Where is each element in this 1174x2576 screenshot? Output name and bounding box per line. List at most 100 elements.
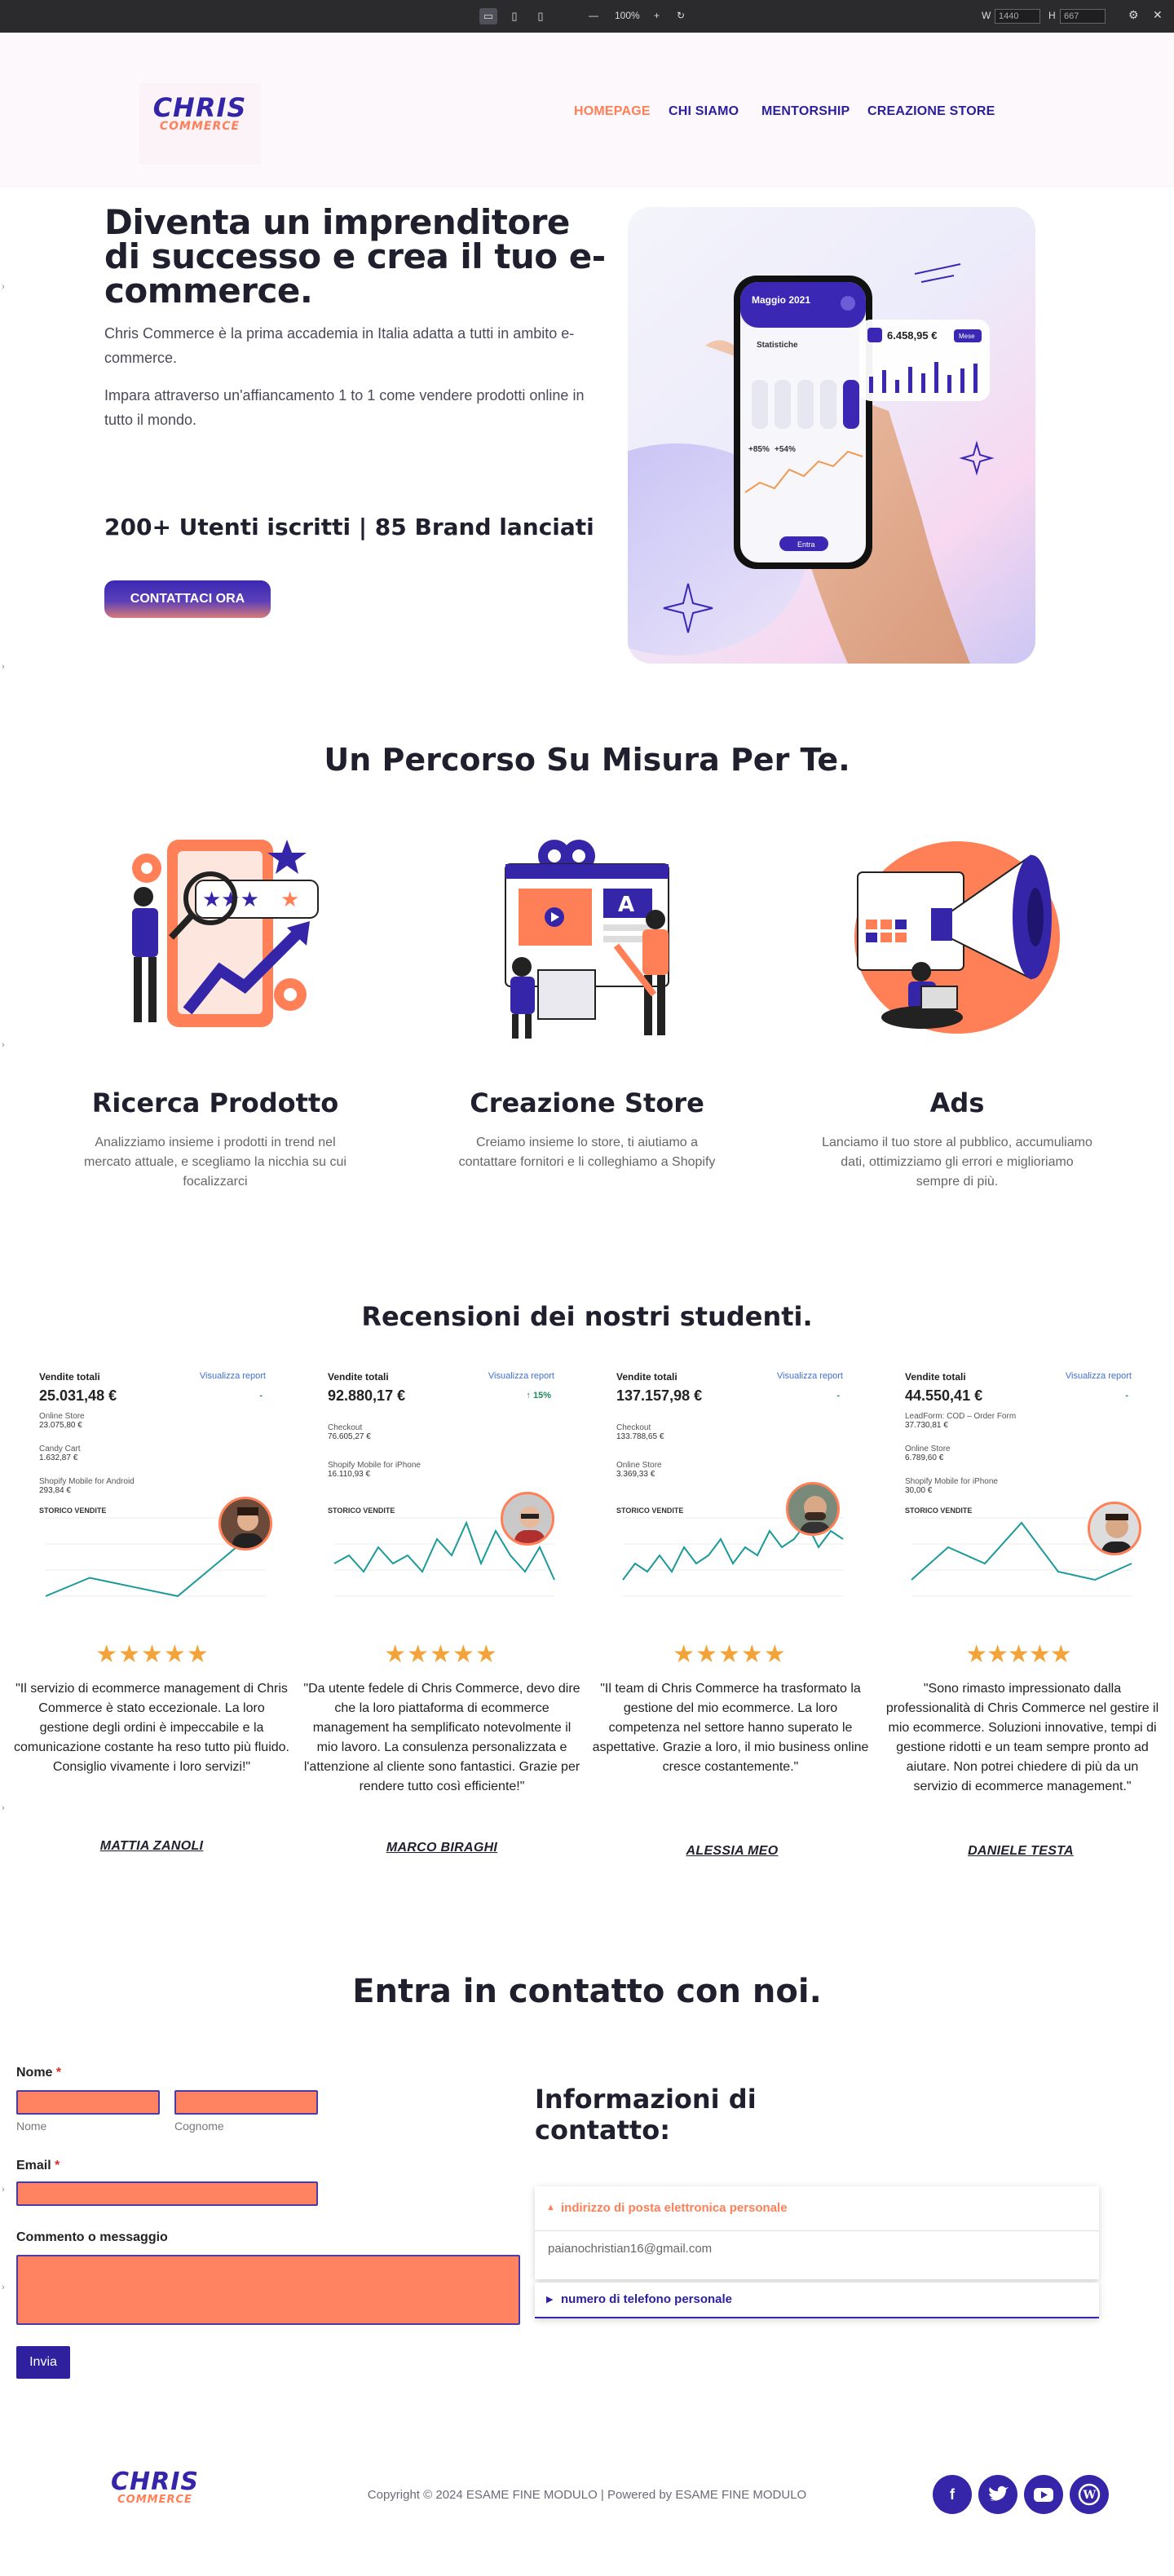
nav-chi-siamo[interactable]: CHI SIAMO	[669, 104, 739, 119]
accordion-phone-toggle[interactable]: numero di telefono personale	[561, 2292, 732, 2306]
edge-chevron-icon[interactable]: ›	[2, 2283, 5, 2292]
submit-button[interactable]: Invia	[16, 2346, 70, 2379]
growth-badge: ↑ 15%	[526, 1391, 551, 1400]
review-sales-card: Vendite totali Visualizza report 44.550,…	[892, 1361, 1145, 1626]
store-creation-illustration: A	[473, 823, 701, 1043]
email-input[interactable]	[16, 2181, 318, 2206]
width-label: W	[982, 10, 991, 21]
sales-history-label: STORICO VENDITE	[328, 1506, 395, 1515]
desktop-view-icon[interactable]: ▭	[479, 8, 497, 24]
first-name-input[interactable]	[16, 2090, 160, 2115]
channel-row: Checkout 133.788,65 €	[616, 1423, 664, 1441]
rating-stars: ★★★★★	[384, 1641, 498, 1668]
facebook-icon[interactable]: f	[933, 2475, 972, 2514]
report-link[interactable]: Visualizza report	[1066, 1371, 1132, 1381]
review-quote: "Il servizio di ecommerce management di …	[14, 1682, 289, 1774]
edge-chevron-icon[interactable]: ›	[2, 282, 5, 292]
card-title: Vendite totali	[616, 1371, 677, 1383]
service-desc-ricerca: Analizziamo insieme i prodotti in trend …	[84, 1136, 346, 1189]
rating-stars: ★★★★★	[965, 1641, 1071, 1668]
edge-chevron-icon[interactable]: ›	[2, 1803, 5, 1813]
channel-row: Checkout 76.605,27 €	[328, 1423, 371, 1441]
total-sales: 137.157,98 €	[616, 1387, 703, 1404]
reviewer-name: ALESSIA MEO	[686, 1844, 779, 1858]
svg-text:★: ★	[280, 888, 299, 912]
contact-info-title: Informazioni di contatto:	[535, 2084, 757, 2146]
hero-phone-image: Maggio 2021 Statistiche +85% +54% Entra …	[628, 207, 1035, 664]
edge-chevron-icon[interactable]: ›	[2, 2185, 5, 2194]
message-label: Commento o messaggio	[16, 2230, 168, 2244]
sales-history-label: STORICO VENDITE	[39, 1506, 107, 1515]
height-label: H	[1048, 10, 1056, 21]
phone-screen-title: Statistiche	[757, 341, 798, 350]
growth-badge: -	[836, 1391, 840, 1400]
email-label: Email *	[16, 2159, 60, 2172]
youtube-icon[interactable]	[1024, 2475, 1063, 2514]
channel-row: Online Store 3.369,33 €	[616, 1461, 662, 1479]
close-icon[interactable]: ✕	[1153, 8, 1163, 22]
card-title: Vendite totali	[905, 1371, 966, 1383]
rating-stars: ★★★★★	[673, 1641, 787, 1668]
review-quote: "Sono rimasto impressionato dalla profes…	[885, 1682, 1159, 1793]
nav-creazione-store[interactable]: CREAZIONE STORE	[867, 104, 995, 119]
reviewer-avatar	[501, 1492, 554, 1546]
contact-title: Entra in contatto con noi.	[352, 1973, 822, 2010]
service-title-creazione: Creazione Store	[470, 1087, 704, 1118]
total-sales: 25.031,48 €	[39, 1387, 117, 1404]
last-name-input[interactable]	[174, 2090, 318, 2115]
caret-right-icon: ▶	[546, 2295, 554, 2305]
report-link[interactable]: Visualizza report	[488, 1371, 554, 1381]
nav-homepage[interactable]: HOMEPAGE	[574, 104, 651, 119]
twitter-icon[interactable]	[978, 2475, 1017, 2514]
site-logo[interactable]: CHRIS COMMERCE	[139, 83, 261, 165]
service-title-ads: Ads	[929, 1087, 985, 1118]
phone-mini-button: Mese	[959, 333, 975, 340]
channel-row: Shopify Mobile for iPhone 16.110,93 €	[328, 1461, 421, 1479]
review-quote: "Il team di Chris Commerce ha trasformat…	[592, 1682, 869, 1774]
review-sales-card: Vendite totali Visualizza report 25.031,…	[26, 1361, 279, 1626]
message-textarea[interactable]	[16, 2255, 520, 2325]
name-label: Nome *	[16, 2066, 62, 2080]
reviews-title: Recensioni dei nostri studenti.	[361, 1301, 813, 1332]
service-desc-ads: Lanciamo il tuo store al pubblico, accum…	[822, 1136, 1092, 1189]
hero-description: Impara attraverso un'affiancamento 1 to …	[104, 387, 585, 428]
svg-text:W: W	[1083, 2489, 1097, 2502]
accordion-email: ▲ indirizzo di posta elettronica persona…	[535, 2186, 1099, 2279]
contact-email-value: paianochristian16@gmail.com	[548, 2242, 713, 2256]
report-link[interactable]: Visualizza report	[200, 1371, 266, 1381]
phone-pct-two: +54%	[775, 445, 796, 454]
browser-toolbar: ▭ ▯ ▯ — 100% + ↻ W 1440 H 667 ⚙ ✕	[0, 0, 1174, 33]
zoom-out-button[interactable]: —	[589, 10, 598, 21]
reviewer-name: MARCO BIRAGHI	[386, 1841, 498, 1855]
site-header: CHRIS COMMERCE HOMEPAGE CHI SIAMO MENTOR…	[0, 33, 1174, 187]
channel-row: Online Store 23.075,80 €	[39, 1412, 85, 1430]
edge-chevron-icon[interactable]: ›	[2, 1040, 5, 1050]
contact-cta-button[interactable]: CONTATTACI ORA	[104, 580, 271, 618]
reset-zoom-icon[interactable]: ↻	[677, 10, 685, 21]
caret-up-icon: ▲	[546, 2203, 555, 2212]
reviewer-name: DANIELE TESTA	[968, 1844, 1074, 1858]
width-input[interactable]: 1440	[995, 9, 1040, 24]
tablet-view-icon[interactable]: ▯	[505, 8, 523, 24]
phone-month-label: Maggio 2021	[752, 294, 810, 306]
first-name-sublabel: Nome	[16, 2119, 47, 2133]
mobile-view-icon[interactable]: ▯	[532, 8, 549, 24]
channel-row: Shopify Mobile for Android 293,84 €	[39, 1477, 135, 1495]
accordion-email-toggle[interactable]: indirizzo di posta elettronica personale	[561, 2201, 788, 2215]
settings-gear-icon[interactable]: ⚙	[1128, 8, 1139, 22]
sales-history-label: STORICO VENDITE	[905, 1506, 973, 1515]
height-input[interactable]: 667	[1060, 9, 1106, 24]
service-title-ricerca: Ricerca Prodotto	[91, 1087, 339, 1118]
nav-mentorship[interactable]: MENTORSHIP	[761, 104, 850, 119]
logo-text-primary: CHRIS	[152, 92, 247, 123]
ads-illustration	[843, 823, 1071, 1043]
product-research-illustration: ★★★ ★	[106, 823, 334, 1043]
edge-chevron-icon[interactable]: ›	[2, 662, 5, 672]
rating-stars: ★★★★★	[95, 1641, 210, 1668]
total-sales: 44.550,41 €	[905, 1387, 983, 1404]
report-link[interactable]: Visualizza report	[777, 1371, 843, 1381]
zoom-level: 100%	[615, 10, 640, 21]
zoom-in-button[interactable]: +	[654, 10, 660, 21]
wordpress-icon[interactable]: W	[1070, 2475, 1109, 2514]
growth-badge: -	[259, 1391, 263, 1400]
